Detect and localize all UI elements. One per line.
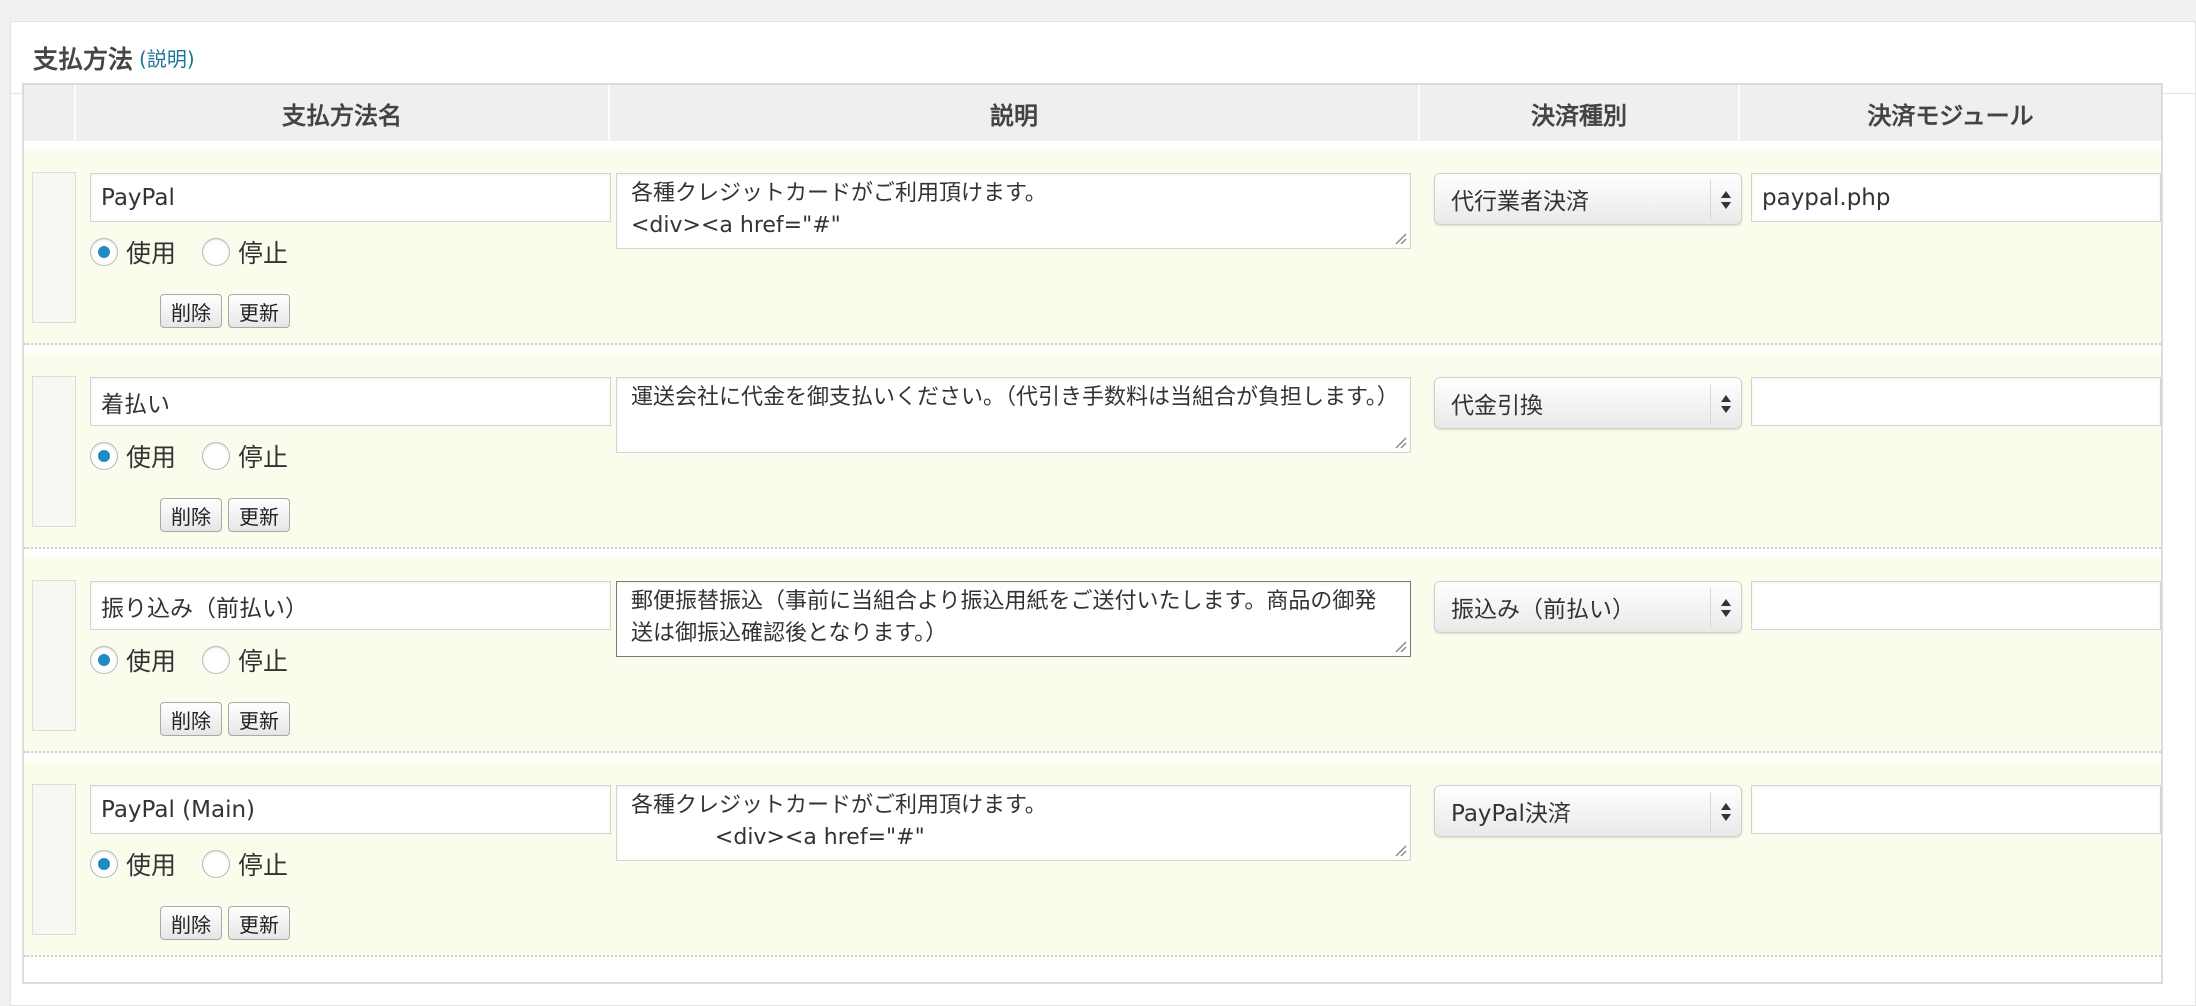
- radio-stop[interactable]: [202, 238, 231, 266]
- radio-use[interactable]: [90, 238, 118, 266]
- resize-grip-icon[interactable]: [1393, 843, 1407, 857]
- radio-stop-label: 停止: [238, 443, 289, 472]
- settlement-type-select[interactable]: 代金引換: [1434, 377, 1742, 429]
- payment-method-row: 使用 停止 削除 更新 郵便振替振込（事前に当組合より振込用紙をご送付いたします…: [24, 557, 2161, 753]
- header-method-name: 支払方法名: [76, 85, 610, 141]
- resize-grip-icon[interactable]: [1393, 231, 1407, 245]
- header-settlement-type: 決済種別: [1420, 85, 1740, 141]
- header-settlement-module: 決済モジュール: [1867, 101, 2034, 130]
- radio-use[interactable]: [90, 646, 118, 674]
- radio-stop-label: 停止: [238, 851, 289, 880]
- status-radio-group: 使用 停止: [90, 234, 314, 270]
- drag-handle[interactable]: [32, 784, 76, 935]
- settlement-module-input[interactable]: [1751, 581, 2161, 630]
- method-name-input[interactable]: [90, 785, 611, 834]
- payment-methods-table: 支払方法名 説明 決済種別 決済モジュール 使用 停止 削除 更新 各種クレジッ…: [22, 83, 2163, 984]
- select-arrows-icon: [1710, 384, 1741, 424]
- payment-method-row: 使用 停止 削除 更新 各種クレジットカードがご利用頂けます。 <div><a …: [24, 761, 2161, 957]
- table-header: 支払方法名 説明 決済種別 決済モジュール: [24, 85, 2161, 141]
- settlement-module-input[interactable]: [1751, 377, 2161, 426]
- drag-handle[interactable]: [32, 580, 76, 731]
- radio-use[interactable]: [90, 442, 118, 470]
- header-description: 説明: [610, 85, 1420, 141]
- status-radio-group: 使用 停止: [90, 846, 314, 882]
- update-button[interactable]: 更新: [228, 702, 290, 736]
- description-textarea[interactable]: 運送会社に代金を御支払いください。（代引き手数料は当組合が負担します。）: [616, 377, 1411, 453]
- drag-handle[interactable]: [32, 172, 76, 323]
- settlement-type-value: PayPal決済: [1451, 801, 1571, 827]
- radio-stop[interactable]: [202, 850, 231, 878]
- panel-title: 支払方法: [33, 44, 134, 74]
- resize-grip-icon[interactable]: [1393, 639, 1407, 653]
- radio-stop[interactable]: [202, 442, 231, 470]
- settlement-type-select[interactable]: 代行業者決済: [1434, 173, 1742, 225]
- select-arrows-icon: [1710, 180, 1741, 220]
- select-arrows-icon: [1710, 792, 1741, 832]
- radio-use-label: 使用: [126, 443, 177, 472]
- settlement-type-value: 代金引換: [1451, 393, 1543, 419]
- delete-button[interactable]: 削除: [160, 906, 222, 940]
- radio-use-label: 使用: [126, 239, 177, 268]
- radio-use[interactable]: [90, 850, 118, 878]
- radio-stop[interactable]: [202, 646, 231, 674]
- update-button[interactable]: 更新: [228, 294, 290, 328]
- settlement-type-select[interactable]: PayPal決済: [1434, 785, 1742, 837]
- radio-use-label: 使用: [126, 647, 177, 676]
- update-button[interactable]: 更新: [228, 906, 290, 940]
- settlement-module-input[interactable]: [1751, 173, 2161, 222]
- settlement-type-value: 代行業者決済: [1451, 189, 1589, 215]
- delete-button[interactable]: 削除: [160, 702, 222, 736]
- delete-button[interactable]: 削除: [160, 294, 222, 328]
- select-arrows-icon: [1710, 588, 1741, 628]
- description-textarea[interactable]: 各種クレジットカードがご利用頂けます。 <div><a href="#": [616, 785, 1411, 861]
- radio-use-label: 使用: [126, 851, 177, 880]
- payment-method-row: 使用 停止 削除 更新 各種クレジットカードがご利用頂けます。 <div><a …: [24, 149, 2161, 345]
- description-textarea[interactable]: 郵便振替振込（事前に当組合より振込用紙をご送付いたします。商品の御発送は御振込確…: [616, 581, 1411, 657]
- help-link[interactable]: (説明): [139, 43, 195, 72]
- radio-stop-label: 停止: [238, 239, 289, 268]
- drag-handle[interactable]: [32, 376, 76, 527]
- settlement-module-input[interactable]: [1751, 785, 2161, 834]
- settlement-type-select[interactable]: 振込み（前払い）: [1434, 581, 1742, 633]
- settlement-type-value: 振込み（前払い）: [1451, 597, 1635, 623]
- description-textarea[interactable]: 各種クレジットカードがご利用頂けます。 <div><a href="#": [616, 173, 1411, 249]
- status-radio-group: 使用 停止: [90, 438, 314, 474]
- payment-method-row: 使用 停止 削除 更新 運送会社に代金を御支払いください。（代引き手数料は当組合…: [24, 353, 2161, 549]
- update-button[interactable]: 更新: [228, 498, 290, 532]
- method-name-input[interactable]: [90, 581, 611, 630]
- header-handle-column: [24, 85, 76, 141]
- method-name-input[interactable]: [90, 173, 611, 222]
- method-name-input[interactable]: [90, 377, 611, 426]
- radio-stop-label: 停止: [238, 647, 289, 676]
- delete-button[interactable]: 削除: [160, 498, 222, 532]
- status-radio-group: 使用 停止: [90, 642, 314, 678]
- resize-grip-icon[interactable]: [1393, 435, 1407, 449]
